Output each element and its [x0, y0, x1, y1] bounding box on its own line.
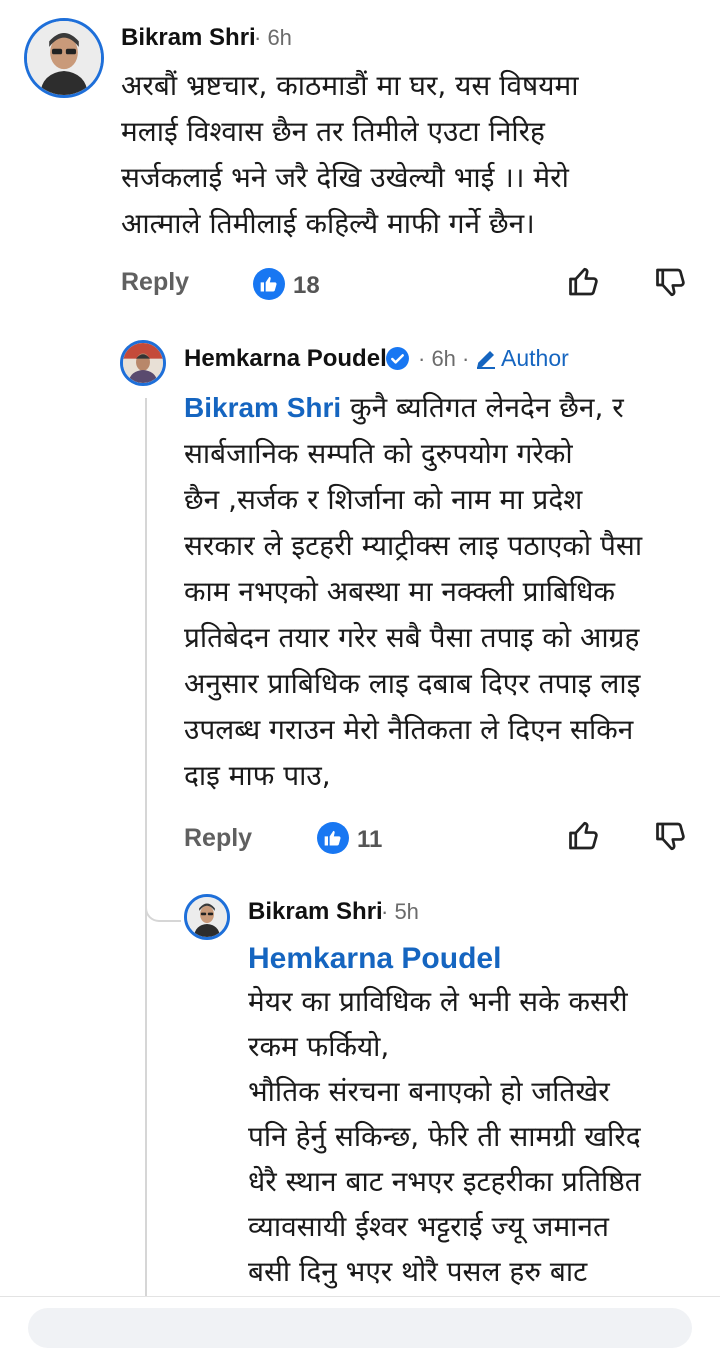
comment-time: · 5h: [381, 899, 419, 924]
comment-author[interactable]: Bikram Shri: [121, 24, 256, 52]
comment-line: रकम फर्कियो,: [248, 1030, 390, 1063]
comment-time: · 6h: [254, 25, 292, 50]
mention-link[interactable]: Bikram Shri: [184, 392, 341, 423]
comment-line: बसी दिनु भएर थोरै पसल हरु बाट: [248, 1255, 588, 1288]
comment-author[interactable]: Hemkarna Poudel: [184, 345, 387, 373]
like-count: 18: [293, 272, 320, 299]
avatar-image: [187, 897, 227, 937]
thumbs-up-icon[interactable]: [566, 264, 602, 300]
pencil-icon: [477, 350, 495, 369]
comment-line: धेरै स्थान बाट नभएर इटहरीका प्रतिष्ठित: [248, 1165, 641, 1198]
like-badge-icon: [253, 268, 285, 300]
comment-line: भौतिक संरचना बनाएको हो जतिखेर: [248, 1075, 610, 1108]
thread-branch: [145, 898, 181, 922]
reply-button[interactable]: Reply: [121, 268, 189, 297]
comment-line: सर्जकलाई भने जरै देखि उखेल्यौ भाई ।। मेर…: [121, 161, 569, 194]
author-label: Author: [501, 345, 569, 371]
comment-line: सरकार ले इटहरी म्याट्रीक्स लाइ पठाएको पै…: [184, 529, 643, 562]
comment-input[interactable]: [28, 1308, 692, 1348]
verified-icon: [386, 347, 409, 370]
thread-line: [145, 398, 147, 1298]
avatar-hemkarna[interactable]: [120, 340, 166, 386]
thumbs-down-icon[interactable]: [653, 264, 689, 300]
avatar-image: [27, 21, 101, 95]
avatar-image: [123, 343, 163, 383]
like-count: 11: [357, 826, 383, 853]
comment-line: छैन ,सर्जक र शिर्जाना को नाम मा प्रदेश: [184, 483, 583, 516]
author-badge: Author: [474, 345, 569, 372]
comment-line: सार्बजानिक सम्पति को दुरुपयोग गरेको: [184, 437, 573, 470]
comment-line: प्रतिबेदन तयार गरेर सबै पैसा तपाइ को आग्…: [184, 621, 640, 654]
comment-line: मलाई विश्वास छैन तर तिमीले एउटा निरिह: [121, 115, 545, 148]
comment-line: व्यावसायी ईश्वर भट्टराई ज्यू जमानत: [248, 1210, 609, 1243]
comment-text: कुनै ब्यतिगत लेनदेन छैन, र: [341, 391, 624, 424]
comment-author[interactable]: Bikram Shri: [248, 898, 383, 926]
comment-line: आत्माले तिमीलाई कहिल्यै माफी गर्ने छैन।: [121, 207, 535, 240]
comment-time: · 6h ·: [418, 346, 470, 371]
comment-line: Bikram Shri कुनै ब्यतिगत लेनदेन छैन, र: [184, 386, 624, 430]
reply-button[interactable]: Reply: [184, 824, 252, 853]
avatar-bikram[interactable]: [184, 894, 230, 940]
comment-line: अरबौं भ्रष्टचार, काठमाडौं मा घर, यस विषय…: [121, 69, 579, 102]
like-badge-icon: [317, 822, 349, 854]
comment-line: उपलब्ध गराउन मेरो नैतिकता ले दिएन सकिन: [184, 713, 634, 746]
thumbs-down-icon[interactable]: [653, 818, 689, 854]
thumbs-up-icon[interactable]: [566, 818, 602, 854]
avatar-bikram[interactable]: [24, 18, 104, 98]
comment-line: अनुसार प्राबिधिक लाइ दबाब दिएर तपाइ लाइ: [184, 667, 641, 700]
comment-line: दाइ माफ पाउ,: [184, 759, 331, 792]
comment-line: काम नभएको अबस्था मा नक्क्ली प्राबिधिक: [184, 575, 616, 608]
mention-link[interactable]: Hemkarna Poudel: [248, 937, 501, 981]
comment-line: पनि हेर्नु सकिन्छ, फेरि ती सामग्री खरिद: [248, 1120, 641, 1153]
comment-line: मेयर का प्राविधिक ले भनी सके कसरी: [248, 985, 628, 1018]
